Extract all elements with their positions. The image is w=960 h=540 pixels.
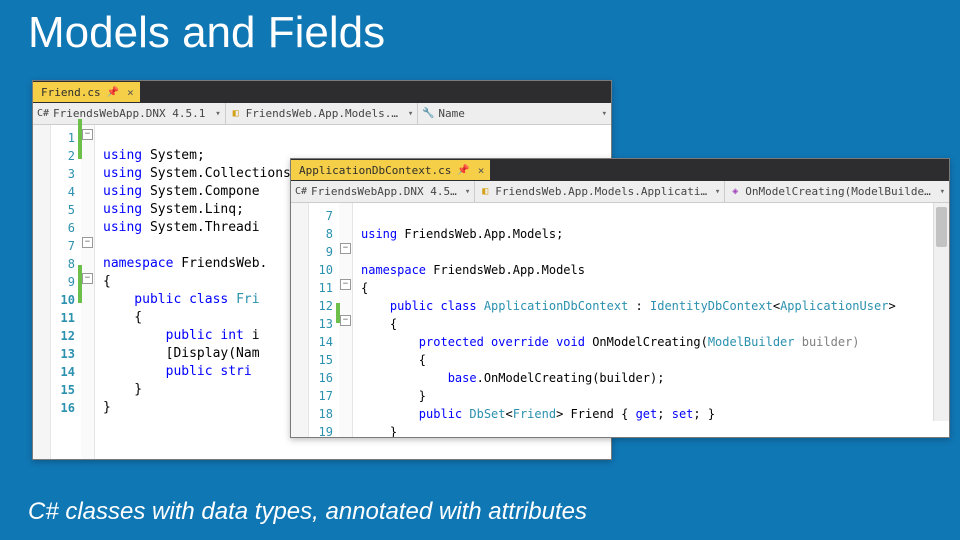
nav-class[interactable]: ◧FriendsWeb.App.Models.Friend▾ [226, 103, 419, 124]
class-icon: ◧ [479, 186, 491, 198]
pin-icon[interactable]: 📌 [107, 87, 119, 98]
class-icon: ◧ [230, 108, 242, 120]
code-text[interactable]: using FriendsWeb.App.Models; namespace F… [353, 203, 949, 437]
close-icon[interactable]: × [476, 164, 487, 177]
tab-dbcontext[interactable]: ApplicationDbContext.cs 📌 × [291, 160, 490, 180]
scrollbar-vertical[interactable] [933, 203, 949, 421]
change-marker [336, 303, 340, 323]
slide-title: Models and Fields [0, 0, 960, 60]
nav-project[interactable]: C#FriendsWebApp.DNX 4.5.1▾ [291, 181, 475, 202]
fold-gutter: − − − [81, 125, 95, 459]
method-icon: ◈ [729, 186, 741, 198]
change-marker [78, 265, 82, 303]
nav-bar: C#FriendsWebApp.DNX 4.5.1▾ ◧FriendsWeb.A… [291, 181, 949, 203]
code-editor-dbcontext: ApplicationDbContext.cs 📌 × C#FriendsWeb… [290, 158, 950, 438]
tab-label: Friend.cs [41, 86, 101, 99]
fold-toggle[interactable]: − [82, 237, 93, 248]
nav-member[interactable]: ◈OnModelCreating(ModelBuilder builder)▾ [725, 181, 949, 202]
line-numbers: 12345678910111213141516 [51, 125, 81, 459]
chevron-down-icon: ▾ [715, 187, 720, 197]
tab-bar: ApplicationDbContext.cs 📌 × [291, 159, 949, 181]
chevron-down-icon: ▾ [465, 187, 470, 197]
tab-label: ApplicationDbContext.cs [299, 164, 451, 177]
pin-icon[interactable]: 📌 [457, 165, 469, 176]
tab-friend[interactable]: Friend.cs 📌 × [33, 82, 140, 102]
code-area[interactable]: 7891011121314151617181920 − − − using Fr… [291, 203, 949, 437]
nav-project[interactable]: C#FriendsWebApp.DNX 4.5.1▾ [33, 103, 226, 124]
close-icon[interactable]: × [125, 86, 136, 99]
wrench-icon: 🔧 [422, 108, 434, 120]
fold-gutter: − − − [339, 203, 353, 437]
fold-toggle[interactable]: − [82, 129, 93, 140]
fold-toggle[interactable]: − [82, 273, 93, 284]
chevron-down-icon: ▾ [940, 187, 945, 197]
chevron-down-icon: ▾ [215, 109, 220, 119]
scrollbar-thumb[interactable] [936, 207, 947, 247]
change-marker [78, 125, 82, 159]
nav-member[interactable]: 🔧Name▾ [418, 103, 611, 124]
chevron-down-icon: ▾ [408, 109, 413, 119]
margin-gutter [291, 203, 309, 437]
nav-class[interactable]: ◧FriendsWeb.App.Models.ApplicationDbCont… [475, 181, 725, 202]
fold-toggle[interactable]: − [340, 243, 351, 254]
csharp-icon: C# [37, 108, 49, 120]
margin-gutter [33, 125, 51, 459]
csharp-icon: C# [295, 186, 307, 198]
slide-caption: C# classes with data types, annotated wi… [28, 498, 587, 526]
line-numbers: 7891011121314151617181920 [309, 203, 339, 437]
fold-toggle[interactable]: − [340, 279, 351, 290]
nav-bar: C#FriendsWebApp.DNX 4.5.1▾ ◧FriendsWeb.A… [33, 103, 611, 125]
chevron-down-icon: ▾ [602, 109, 607, 119]
tab-bar: Friend.cs 📌 × [33, 81, 611, 103]
fold-toggle[interactable]: − [340, 315, 351, 326]
